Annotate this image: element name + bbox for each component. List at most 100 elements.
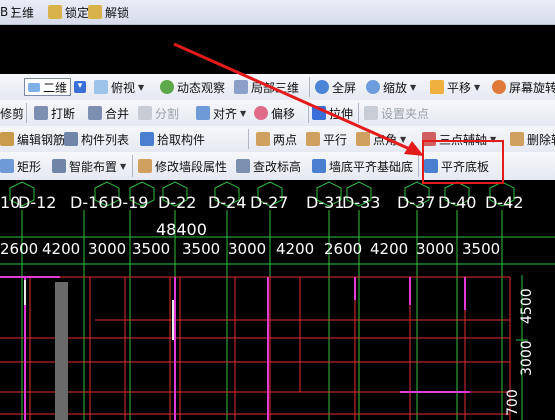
merge-label: 合并 <box>105 106 130 121</box>
break-button[interactable]: 打断 <box>34 100 75 126</box>
point-angle-label: 点角 <box>373 132 398 147</box>
parallel-button[interactable]: 平行 <box>306 126 347 152</box>
pan-label: 平移 <box>447 80 472 95</box>
dimension-label: 2600 <box>324 240 363 258</box>
axis-label: D-19 <box>110 193 149 212</box>
check-elevation-button[interactable]: 查改标高 <box>236 152 301 180</box>
toolbar-row-1: B) 三维 锁定 解锁 <box>0 0 555 25</box>
fullscreen-button[interactable]: 全屏 <box>315 74 356 100</box>
separator <box>309 77 310 97</box>
offset-label: 偏移 <box>271 106 296 121</box>
pick-component-button[interactable]: 拾取构件 <box>140 126 205 152</box>
align-button[interactable]: 对齐 ▼ <box>196 100 246 126</box>
merge-button[interactable]: 合并 <box>88 100 129 126</box>
axis-label: D-22 <box>158 193 197 212</box>
vertical-dimension: 700 <box>505 389 521 416</box>
rebar-icon <box>0 132 14 146</box>
dimension-label: 3500 <box>462 240 501 258</box>
set-grip-button[interactable]: 设置夹点 <box>364 100 429 126</box>
total-dimension: 48400 <box>156 220 207 239</box>
axis-label: D-40 <box>438 193 477 212</box>
axis-label: D-33 <box>342 193 381 212</box>
smart-layout-label: 智能布置 <box>69 159 118 174</box>
pan-button[interactable]: 平移 ▼ <box>430 74 480 100</box>
highlight-box <box>422 140 504 184</box>
parallel-label: 平行 <box>323 132 348 147</box>
edit-rebar-button[interactable]: 编辑钢筋 <box>0 126 65 152</box>
parallel-icon <box>306 132 320 146</box>
check-elevation-label: 查改标高 <box>253 159 302 174</box>
merge-icon <box>88 106 102 120</box>
top-view-label: 俯视 <box>111 80 136 95</box>
drawing-canvas[interactable]: 10 D-12 D-16 D-19 D-22 D-24 D-27 D-31 D-… <box>0 180 555 420</box>
stretch-button[interactable]: 拉伸 <box>312 100 353 126</box>
separator <box>308 103 309 123</box>
axis-label: D-27 <box>250 193 289 212</box>
rectangle-button[interactable]: 矩形 <box>0 152 41 180</box>
lock-button[interactable]: 锁定 <box>48 0 89 24</box>
zoom-button[interactable]: 缩放 ▼ <box>366 74 416 100</box>
local-3d-icon <box>234 80 248 94</box>
separator <box>248 129 249 149</box>
dimension-label: 2600 <box>0 240 39 258</box>
dropdown-icon: ▾ <box>74 81 87 93</box>
rotate-icon <box>492 80 506 94</box>
axis-label: D-12 <box>18 193 57 212</box>
rectangle-icon <box>0 159 14 173</box>
3d-view-button[interactable]: 三维 <box>10 0 34 24</box>
chevron-down-icon: ▼ <box>410 82 417 92</box>
split-icon <box>138 106 152 120</box>
unlock-label: 解锁 <box>105 5 130 20</box>
smart-layout-button[interactable]: 智能布置 ▼ <box>52 152 126 180</box>
fullscreen-icon <box>315 80 329 94</box>
unlock-button[interactable]: 解锁 <box>88 0 129 24</box>
dimension-label: 4200 <box>42 240 81 258</box>
component-list-button[interactable]: 构件列表 <box>64 126 129 152</box>
lock-label: 锁定 <box>65 5 90 20</box>
wall-bottom-flush-button[interactable]: 墙底平齐基础底 <box>312 152 413 180</box>
view-mode-select[interactable]: 二维 ▾ <box>24 74 87 100</box>
dynamic-observe-label: 动态观察 <box>177 80 226 95</box>
two-point-button[interactable]: 两点 <box>256 126 297 152</box>
unlock-icon <box>88 5 102 19</box>
chevron-down-icon: ▼ <box>138 82 145 92</box>
break-label: 打断 <box>51 106 76 121</box>
axis-label: D-31 <box>306 193 345 212</box>
break-icon <box>34 106 48 120</box>
offset-icon <box>254 106 268 120</box>
point-angle-icon <box>356 132 370 146</box>
local-3d-button[interactable]: 局部三维 <box>234 74 299 100</box>
top-view-button[interactable]: 俯视 ▼ <box>94 74 144 100</box>
trim-button[interactable]: 修剪 <box>0 100 24 126</box>
two-point-icon <box>256 132 270 146</box>
delete-aux-button[interactable]: 删除辅 <box>510 126 555 152</box>
stretch-label: 拉伸 <box>329 106 354 121</box>
2d-icon <box>28 82 40 92</box>
screen-rotate-button[interactable]: 屏幕旋转 <box>492 74 555 100</box>
elevation-icon <box>236 159 250 173</box>
axis-label: D-37 <box>397 193 436 212</box>
dimension-label: 3000 <box>228 240 267 258</box>
offset-button[interactable]: 偏移 <box>254 100 295 126</box>
vertical-dimension: 3000 <box>519 340 535 376</box>
pick-icon <box>140 132 154 146</box>
component-list-label: 构件列表 <box>81 132 130 147</box>
modify-wall-props-label: 修改墙段属性 <box>155 159 228 174</box>
point-angle-button[interactable]: 点角 ▼ <box>356 126 406 152</box>
dynamic-observe-button[interactable]: 动态观察 <box>160 74 225 100</box>
zoom-label: 缩放 <box>383 80 408 95</box>
list-icon <box>64 132 78 146</box>
separator <box>26 103 27 123</box>
split-button[interactable]: 分割 <box>138 100 179 126</box>
wall-bottom-flush-label: 墙底平齐基础底 <box>329 159 414 174</box>
trim-label: 修剪 <box>0 106 25 121</box>
separator <box>418 155 419 177</box>
axis-label: D-42 <box>485 193 524 212</box>
separator <box>358 103 359 123</box>
two-point-label: 两点 <box>273 132 298 147</box>
dimension-label: 4200 <box>276 240 315 258</box>
dimension-label: 3000 <box>88 240 127 258</box>
delete-aux-label: 删除辅 <box>527 132 555 147</box>
modify-wall-props-button[interactable]: 修改墙段属性 <box>138 152 227 180</box>
cube-icon <box>94 80 108 94</box>
